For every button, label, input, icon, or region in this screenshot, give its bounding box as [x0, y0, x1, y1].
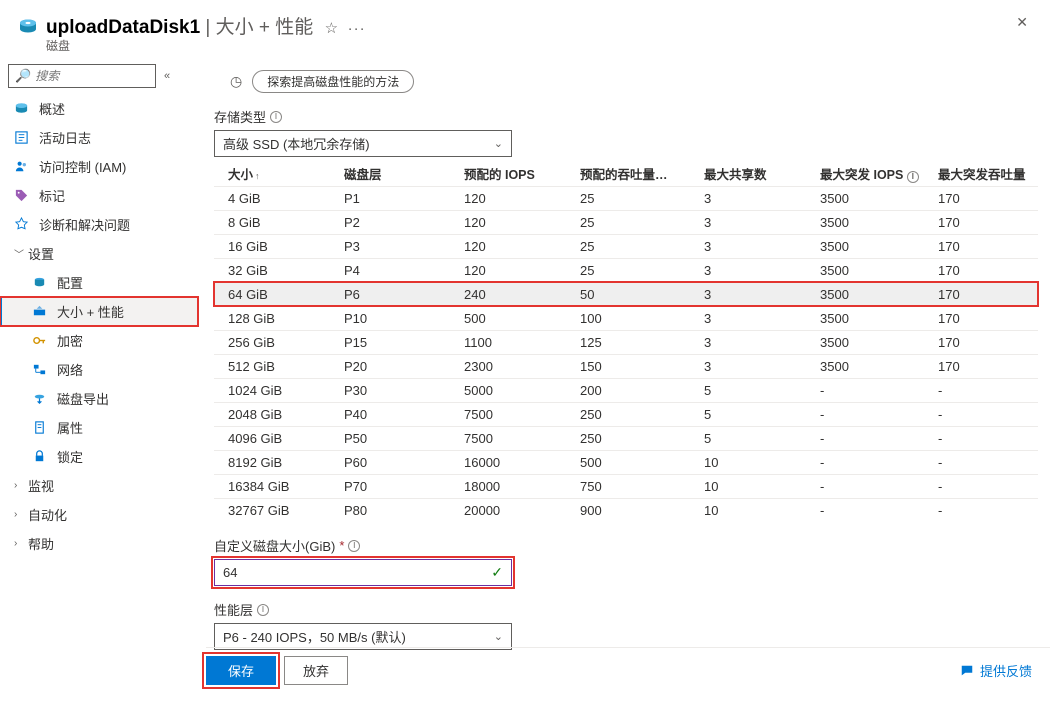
props-icon — [32, 420, 47, 435]
info-icon[interactable]: i — [257, 604, 269, 616]
nav-item-诊断和解决问题[interactable]: 诊断和解决问题 — [0, 210, 198, 239]
command-bar: 保存 放弃 提供反馈 — [206, 647, 1050, 695]
network-icon — [32, 362, 47, 377]
custom-size-label: 自定义磁盘大小(GiB) * i — [214, 536, 1038, 555]
nav-item-活动日志[interactable]: 活动日志 — [0, 123, 198, 152]
sidebar: 🔎 « 概述活动日志访问控制 (IAM)标记诊断和解决问题﹀设置配置大小 + 性… — [0, 60, 198, 705]
info-icon[interactable]: i — [270, 111, 282, 123]
table-row[interactable]: 1024 GiBP3050002005-- — [214, 378, 1038, 402]
nav-group-自动化[interactable]: ›自动化 — [8, 500, 198, 529]
nav-item-访问控制 (IAM)[interactable]: 访问控制 (IAM) — [0, 152, 198, 181]
size-table: 大小↑磁盘层预配的 IOPS预配的吞吐量…最大共享数最大突发 IOPS i最大突… — [214, 161, 1038, 522]
col-header[interactable]: 最大共享数 — [698, 161, 814, 186]
search-input[interactable] — [35, 69, 149, 83]
speed-icon: ◷ — [230, 73, 242, 90]
col-header[interactable]: 大小↑ — [214, 161, 338, 186]
check-icon: ✓ — [491, 564, 503, 581]
config-icon — [32, 275, 47, 290]
nav-group-设置[interactable]: ﹀设置 — [8, 239, 198, 268]
chevron-icon: ﹀ — [14, 246, 28, 261]
chevron-icon: › — [14, 480, 28, 491]
table-row[interactable]: 4096 GiBP5075002505-- — [214, 426, 1038, 450]
favorite-icon[interactable]: ☆ — [325, 20, 338, 37]
table-row[interactable]: 128 GiBP1050010033500170 — [214, 306, 1038, 330]
nav-item-网络[interactable]: 网络 — [0, 355, 198, 384]
resource-type: 磁盘 — [46, 37, 1012, 54]
col-header[interactable]: 预配的吞吐量… — [574, 161, 698, 186]
people-icon — [14, 159, 29, 174]
table-row[interactable]: 16384 GiBP701800075010-- — [214, 474, 1038, 498]
discard-button[interactable]: 放弃 — [284, 656, 348, 685]
nav-item-大小 + 性能[interactable]: 大小 + 性能 — [0, 297, 198, 326]
lock-icon — [32, 449, 47, 464]
perf-guidance-link[interactable]: 探索提高磁盘性能的方法 — [252, 70, 414, 93]
col-header[interactable]: 最大突发 IOPS i — [814, 161, 932, 186]
chevron-icon: › — [14, 538, 28, 549]
tier-label: 性能层 i — [214, 600, 1038, 619]
diagnose-icon — [14, 217, 29, 232]
nav-group-帮助[interactable]: ›帮助 — [8, 529, 198, 558]
custom-size-input[interactable]: 64 ✓ — [214, 559, 512, 586]
disk-icon — [18, 17, 38, 37]
table-row[interactable]: 8192 GiBP601600050010-- — [214, 450, 1038, 474]
collapse-sidebar-icon[interactable]: « — [164, 70, 170, 82]
close-icon[interactable]: ✕ — [1012, 12, 1032, 33]
table-row[interactable]: 32767 GiBP802000090010-- — [214, 498, 1038, 522]
nav-item-概述[interactable]: 概述 — [0, 94, 198, 123]
sort-icon: ↑ — [255, 171, 260, 181]
storage-type-dropdown[interactable]: 高级 SSD (本地冗余存储) ⌄ — [214, 130, 512, 157]
nav-group-监视[interactable]: ›监视 — [8, 471, 198, 500]
chevron-down-icon: ⌄ — [494, 630, 503, 643]
chevron-icon: › — [14, 509, 28, 520]
nav-item-锁定[interactable]: 锁定 — [0, 442, 198, 471]
info-icon[interactable]: i — [348, 540, 360, 552]
chevron-down-icon: ⌄ — [494, 137, 503, 150]
export-icon — [32, 391, 47, 406]
table-row[interactable]: 32 GiBP41202533500170 — [214, 258, 1038, 282]
col-header[interactable]: 最大突发吞吐量 — [932, 161, 1038, 186]
log-icon — [14, 130, 29, 145]
search-icon: 🔎 — [15, 68, 31, 84]
table-row[interactable]: 16 GiBP31202533500170 — [214, 234, 1038, 258]
info-icon[interactable]: i — [907, 171, 919, 183]
storage-type-label: 存储类型 i — [214, 107, 1038, 126]
col-header[interactable]: 磁盘层 — [338, 161, 458, 186]
nav-item-加密[interactable]: 加密 — [0, 326, 198, 355]
search-box[interactable]: 🔎 — [8, 64, 156, 88]
blade-header: uploadDataDisk1 | 大小 + 性能 ☆ ··· 磁盘 ✕ — [0, 0, 1050, 60]
table-row[interactable]: 64 GiBP62405033500170 — [214, 282, 1038, 306]
disk-icon — [14, 101, 29, 116]
page-title: uploadDataDisk1 | 大小 + 性能 — [46, 17, 319, 38]
main-content: ◷ 探索提高磁盘性能的方法 存储类型 i 高级 SSD (本地冗余存储) ⌄ 大… — [198, 60, 1050, 705]
table-header-row: 大小↑磁盘层预配的 IOPS预配的吞吐量…最大共享数最大突发 IOPS i最大突… — [214, 161, 1038, 186]
nav-item-属性[interactable]: 属性 — [0, 413, 198, 442]
nav-item-配置[interactable]: 配置 — [0, 268, 198, 297]
tag-icon — [14, 188, 29, 203]
nav-item-标记[interactable]: 标记 — [0, 181, 198, 210]
tier-dropdown[interactable]: P6 - 240 IOPS，50 MB/s (默认) ⌄ — [214, 623, 512, 650]
size-icon — [32, 304, 47, 319]
feedback-link[interactable]: 提供反馈 — [960, 661, 1032, 680]
table-row[interactable]: 4 GiBP11202533500170 — [214, 186, 1038, 210]
feedback-icon — [960, 664, 974, 678]
table-row[interactable]: 8 GiBP21202533500170 — [214, 210, 1038, 234]
table-row[interactable]: 256 GiBP15110012533500170 — [214, 330, 1038, 354]
save-button[interactable]: 保存 — [206, 656, 276, 685]
col-header[interactable]: 预配的 IOPS — [458, 161, 574, 186]
table-row[interactable]: 512 GiBP20230015033500170 — [214, 354, 1038, 378]
key-icon — [32, 333, 47, 348]
table-row[interactable]: 2048 GiBP4075002505-- — [214, 402, 1038, 426]
nav-item-磁盘导出[interactable]: 磁盘导出 — [0, 384, 198, 413]
more-icon[interactable]: ··· — [348, 20, 366, 37]
